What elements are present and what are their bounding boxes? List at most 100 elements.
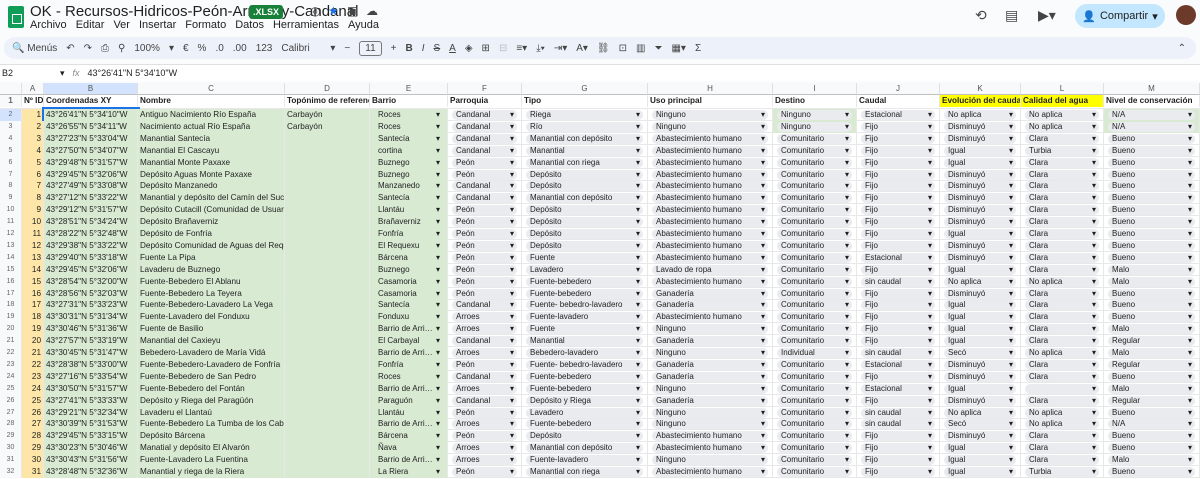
row-number[interactable]: 10 [0,204,22,217]
cell-id[interactable]: 13 [22,251,44,264]
cell-coordinates[interactable]: 43°28'51"N 5°34'24"W [44,216,138,229]
row-number[interactable]: 9 [0,192,22,205]
dropdown-barrio[interactable]: Fonfría [374,229,443,239]
dropdown-caudal[interactable]: Estacional [861,252,935,263]
cell-toponym[interactable] [285,394,370,407]
row-number[interactable]: 16 [0,275,22,288]
cell-destino[interactable]: Comunitario [773,335,857,348]
cell-parroquia[interactable]: Candanal [448,144,522,157]
row-number[interactable]: 5 [0,144,22,157]
bold-icon[interactable]: B [405,43,412,54]
row-number[interactable]: 31 [0,454,22,467]
cell-evolucion[interactable]: Igual [940,228,1021,240]
menu-formato[interactable]: Formato [185,19,226,31]
cell-name[interactable]: Fuente La Pipa [138,251,285,264]
borders-icon[interactable]: ⊞ [482,43,490,54]
cell-coordinates[interactable]: 43°30'45"N 5°31'47"W [44,347,138,359]
cell-conservacion[interactable]: Malo [1104,454,1200,467]
cell-tipo[interactable]: Fuente-lavadero [522,311,648,324]
column-header-L[interactable]: L [1021,83,1104,95]
cell-destino[interactable]: Comunitario [773,132,857,145]
dropdown-barrio[interactable]: Santecía [374,193,443,203]
row-number[interactable]: 12 [0,228,22,240]
dropdown-destino[interactable]: Comunitario [777,229,852,239]
cell-tipo[interactable]: Fuente-bebedero [522,418,648,431]
cell-evolucion[interactable]: Igual [940,335,1021,348]
cell-destino[interactable]: Comunitario [773,168,857,181]
cell-caudal[interactable]: sin caudal [857,406,940,419]
cell-id[interactable]: 21 [22,347,44,359]
cell-name[interactable]: Lavaderu de Buznego [138,263,285,276]
cell-tipo[interactable]: Fuente [522,251,648,264]
dropdown-uso[interactable]: Ninguno [652,121,768,132]
cell-parroquia[interactable]: Peón [448,156,522,169]
chevron-down-icon[interactable]: ▾ [1152,10,1158,23]
cell-name[interactable]: Depósito Bárcena [138,430,285,443]
dropdown-caudal[interactable]: sin caudal [861,407,935,418]
cell-toponym[interactable] [285,430,370,443]
cell-parroquia[interactable]: Peón [448,466,522,478]
cell-coordinates[interactable]: 43°29'45"N 5°32'06"W [44,263,138,276]
dropdown-destino[interactable]: Comunitario [777,264,852,275]
dropdown-calidad[interactable]: Clara [1025,157,1099,168]
dropdown-uso[interactable]: Abastecimiento humano [652,240,768,251]
dropdown-tipo[interactable]: Fuente- bebedro-lavadero [526,359,643,370]
cell-tipo[interactable]: Depósito [522,239,648,252]
cell-parroquia[interactable]: Candanal [448,120,522,133]
cell-destino[interactable]: Comunitario [773,156,857,169]
cell-tipo[interactable]: Manantial [522,144,648,157]
dropdown-parroquia[interactable]: Peón [452,240,517,251]
cell-calidad[interactable]: No aplica [1021,109,1104,121]
dropdown-barrio[interactable]: Roces [374,372,443,382]
dropdown-tipo[interactable]: Manantial [526,145,643,156]
row-number[interactable]: 1 [0,95,22,107]
dropdown-conservacion[interactable]: Malo [1108,264,1195,275]
cell-parroquia[interactable]: Peón [448,406,522,419]
cell-id[interactable]: 4 [22,144,44,157]
row-number[interactable]: 21 [0,335,22,348]
dropdown-barrio[interactable]: Barrio de Arri… [374,384,443,394]
dropdown-uso[interactable]: Ganadería [652,395,768,406]
dropdown-uso[interactable]: Ganadería [652,371,768,382]
dropdown-calidad[interactable]: Clara [1025,443,1099,454]
row-number[interactable]: 6 [0,156,22,169]
cell-destino[interactable]: Ninguno [773,120,857,133]
cell-conservacion[interactable]: Bueno [1104,228,1200,240]
cell-coordinates[interactable]: 43°26'55"N 5°34'11"W [44,120,138,133]
cell-tipo[interactable]: Manantial [522,335,648,348]
cell-evolucion[interactable]: Igual [940,156,1021,169]
cell-id[interactable]: 15 [22,275,44,288]
cell-name[interactable]: Bebedero-Lavadero de María Vidá [138,347,285,359]
spreadsheet-grid[interactable]: A B C D E F G H I J K L M 1 Nº ID Coordenadas XY Nombre T… [0,83,1200,479]
cell-evolucion[interactable]: Secó [940,418,1021,431]
cell-caudal[interactable]: Fijo [857,192,940,205]
row-number[interactable]: 3 [0,120,22,133]
dropdown-tipo[interactable]: Depósito [526,169,643,180]
cell-parroquia[interactable]: Candanal [448,180,522,193]
cell-evolucion[interactable]: Disminuyó [940,394,1021,407]
cell-uso[interactable]: Ninguno [648,406,773,419]
dropdown-destino[interactable]: Comunitario [777,205,852,216]
cell-evolucion[interactable]: Igual [940,454,1021,467]
dropdown-conservacion[interactable]: Malo [1108,455,1195,466]
dropdown-uso[interactable]: Lavado de ropa [652,264,768,275]
cell-toponym[interactable]: Carbayón [285,120,370,133]
cell-name[interactable]: Fuente-Bebedero del Fontán [138,382,285,395]
dropdown-evolucion[interactable]: Igual [944,312,1016,323]
cell-caudal[interactable]: Estacional [857,251,940,264]
cell-uso[interactable]: Abastecimiento humano [648,275,773,288]
cell-calidad[interactable]: No aplica [1021,120,1104,133]
cell-caudal[interactable]: sin caudal [857,418,940,431]
dropdown-tipo[interactable]: Fuente [526,324,643,335]
cell-toponym[interactable] [285,335,370,348]
dropdown-conservacion[interactable]: Bueno [1108,217,1195,228]
comment-icon[interactable]: ⊡ [619,43,627,54]
cell-tipo[interactable]: Manantial con depósito [522,442,648,455]
dropdown-parroquia[interactable]: Candanal [452,133,517,144]
dropdown-caudal[interactable]: Fijo [861,288,935,299]
dropdown-barrio[interactable]: cortina [374,146,443,156]
zoom-select[interactable]: 100% [134,43,160,54]
dropdown-evolucion[interactable]: Igual [944,455,1016,466]
cell-conservacion[interactable]: Bueno [1104,239,1200,252]
dropdown-conservacion[interactable]: Bueno [1108,407,1195,418]
